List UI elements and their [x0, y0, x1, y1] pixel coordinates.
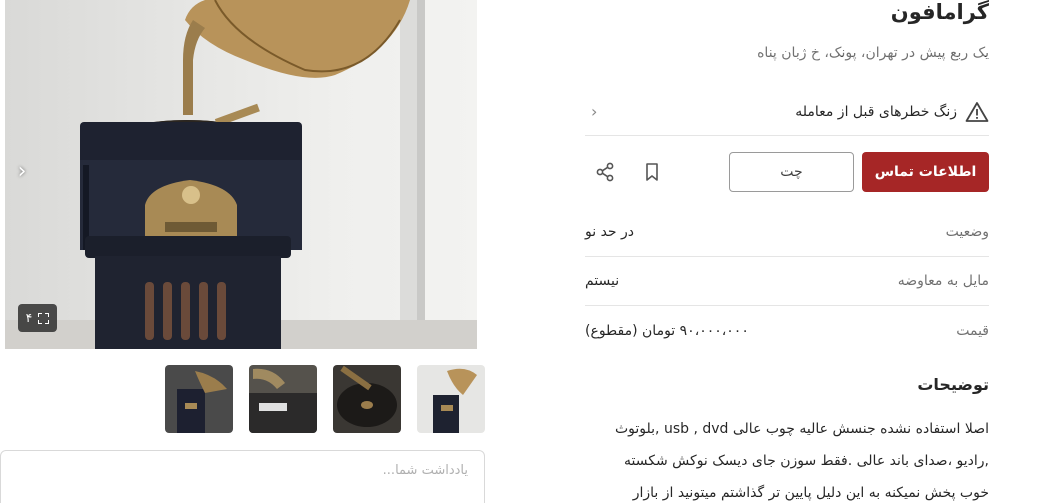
chat-button[interactable]: چت	[729, 152, 854, 192]
main-listing-image[interactable]: › ۴	[5, 0, 477, 349]
contact-info-button[interactable]: اطلاعات تماس	[862, 152, 989, 192]
listing-title: گرامافون	[890, 0, 989, 24]
description-line: ,رادیو ،صدای باند عالی .فقط سوزن جای دیس…	[624, 453, 989, 469]
detail-value: در حد نو	[585, 224, 635, 240]
description-line: اصلا استفاده نشده جنسش عالیه چوب عالی us…	[614, 421, 989, 437]
gramophone-photo	[5, 0, 477, 349]
warning-triangle-icon	[965, 101, 989, 122]
detail-key: مایل به معاوضه	[897, 273, 989, 289]
note-placeholder: یادداشت شما...	[382, 463, 468, 478]
description-line: خوب پخش نمیکنه به این دلیل پایین تر گذاش…	[632, 485, 989, 501]
description-heading: توضیحات	[917, 375, 989, 394]
thumbnail[interactable]	[417, 365, 485, 433]
thumbnail-strip	[165, 365, 485, 433]
chevron-right-icon[interactable]: ›	[13, 160, 31, 184]
safety-warning-label: زنگ خطرهای قبل از معامله	[795, 103, 957, 120]
image-count-badge[interactable]: ۴	[18, 304, 57, 332]
thumbnail[interactable]	[333, 365, 401, 433]
detail-value: نیستم	[585, 273, 620, 289]
share-icon[interactable]	[593, 160, 617, 184]
fullscreen-icon	[38, 312, 50, 324]
detail-row-exchange: مایل به معاوضه نیستم	[585, 257, 989, 306]
description-text: اصلا استفاده نشده جنسش عالیه چوب عالی us…	[585, 413, 989, 503]
listing-subtitle: یک ربع پیش در تهران، پونک، خ ژبان پناه	[757, 45, 989, 61]
thumbnail[interactable]	[249, 365, 317, 433]
bookmark-icon[interactable]	[640, 160, 664, 184]
note-input[interactable]: یادداشت شما...	[0, 450, 485, 503]
thumbnail[interactable]	[165, 365, 233, 433]
detail-row-price: قیمت ۹۰،۰۰۰،۰۰۰ تومان (مقطوع)	[585, 306, 989, 355]
action-bar: اطلاعات تماس چت	[585, 152, 989, 192]
detail-row-condition: وضعیت در حد نو	[585, 208, 989, 257]
detail-key: وضعیت	[945, 224, 989, 240]
detail-value: ۹۰،۰۰۰،۰۰۰ تومان (مقطوع)	[585, 322, 749, 339]
chevron-left-icon: ‹	[591, 102, 598, 121]
safety-warning-link[interactable]: زنگ خطرهای قبل از معامله ‹	[585, 88, 989, 136]
detail-key: قیمت	[956, 322, 989, 339]
image-count: ۴	[25, 311, 33, 325]
